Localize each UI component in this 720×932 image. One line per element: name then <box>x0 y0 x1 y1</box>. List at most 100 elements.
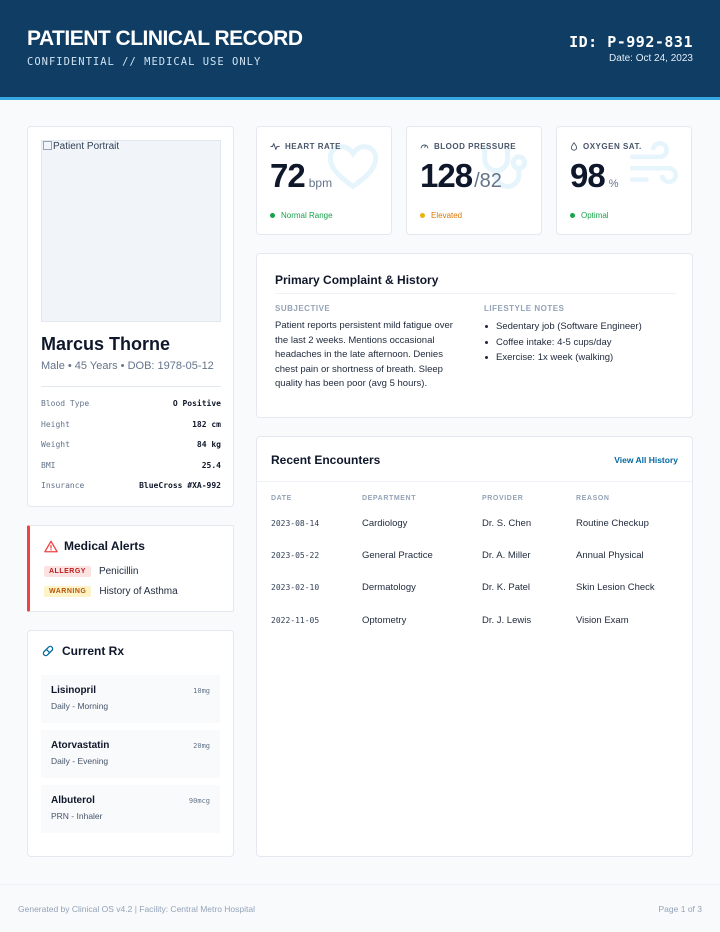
heart-rate-status: Normal Range <box>270 211 333 220</box>
blood-pressure-status: Elevated <box>420 211 462 220</box>
rx-item-atorvastatin: Atorvastatin Daily - Evening 20mg <box>41 730 220 778</box>
encounter-provider: Dr. S. Chen <box>482 517 532 529</box>
patient-name: Marcus Thorne <box>41 334 171 354</box>
patient-details-list: Blood Type O Positive Height 182 cm Weig… <box>41 399 221 502</box>
table-row: 2023-02-10 Dermatology Dr. K. Patel Skin… <box>271 572 681 604</box>
heart-rate-value: 72 bpm <box>270 157 332 195</box>
rx-dose: 10mg <box>193 687 210 695</box>
encounter-department: General Practice <box>362 549 433 561</box>
detail-label: Height <box>41 419 70 429</box>
page-footer: Generated by Clinical OS v4.2 | Facility… <box>0 884 720 932</box>
stat-number: 72 <box>270 157 306 194</box>
lifestyle-item: Sedentary job (Software Engineer) <box>484 319 674 335</box>
rx-item-albuterol: Albuterol PRN - Inhaler 90mcg <box>41 785 220 833</box>
medical-alerts-card: Medical Alerts ALLERGY Penicillin WARNIN… <box>27 525 234 612</box>
heart-pulse-icon <box>270 143 280 150</box>
view-all-history-link[interactable]: View All History <box>614 455 678 465</box>
primary-complaint-card: Primary Complaint & History SUBJECTIVE P… <box>256 253 693 418</box>
detail-row-blood-type: Blood Type O Positive <box>41 399 221 420</box>
warning-triangle-icon <box>44 540 58 552</box>
column-header-provider: PROVIDER <box>482 494 524 502</box>
rx-frequency: Daily - Evening <box>51 756 109 766</box>
column-header-date: DATE <box>271 494 292 502</box>
detail-row-insurance: Insurance BlueCross #XA-992 <box>41 481 221 502</box>
subjective-text: Patient reports persistent mild fatigue … <box>275 320 453 389</box>
status-dot <box>570 213 575 218</box>
stat-label-text: BLOOD PRESSURE <box>434 142 517 151</box>
heart-rate-label: HEART RATE <box>270 142 341 151</box>
stat-label-text: HEART RATE <box>285 142 341 151</box>
alert-text: History of Asthma <box>99 586 178 597</box>
stat-secondary: 82 <box>479 170 502 192</box>
stat-label-text: OXYGEN SAT. <box>583 142 642 151</box>
detail-value: 25.4 <box>201 460 221 470</box>
alert-item-warning: WARNING History of Asthma <box>44 586 178 597</box>
stat-number: 128 <box>420 157 473 194</box>
detail-row-height: Height 182 cm <box>41 420 221 441</box>
blood-pressure-card: BLOOD PRESSURE 128/82 Elevated <box>406 126 542 235</box>
detail-label: Weight <box>41 440 70 449</box>
stat-unit: % <box>608 178 619 190</box>
divider <box>275 293 676 294</box>
rx-name: Albuterol <box>51 795 95 806</box>
lifestyle-heading: LIFESTYLE NOTES <box>484 304 565 313</box>
oxygen-sat-status: Optimal <box>570 211 609 220</box>
table-header-row: DATE DEPARTMENT PROVIDER REASON <box>271 489 681 507</box>
table-row: 2022-11-05 Optometry Dr. J. Lewis Vision… <box>271 604 681 636</box>
record-date: Date: Oct 24, 2023 <box>609 53 693 64</box>
complaint-title: Primary Complaint & History <box>275 273 439 287</box>
oxygen-sat-value: 98% <box>570 157 619 195</box>
rx-title: Current Rx <box>62 644 125 658</box>
blood-pressure-value: 128/82 <box>420 157 502 195</box>
divider <box>41 386 221 387</box>
status-text: Elevated <box>431 211 463 220</box>
encounter-provider: Dr. K. Patel <box>482 582 531 594</box>
current-rx-card: Current Rx Lisinopril Daily - Morning 10… <box>27 630 234 857</box>
alerts-title: Medical Alerts <box>64 539 145 553</box>
patient-portrait: Patient Portrait <box>41 140 221 322</box>
encounters-table: DATE DEPARTMENT PROVIDER REASON 2023-08-… <box>271 489 681 636</box>
encounter-department: Cardiology <box>362 517 408 529</box>
rx-item-lisinopril: Lisinopril Daily - Morning 10mg <box>41 675 220 723</box>
rx-name: Lisinopril <box>51 685 96 696</box>
alerts-heading: Medical Alerts <box>44 539 145 553</box>
encounters-header: Recent Encounters View All History <box>257 437 692 482</box>
rx-dose: 20mg <box>193 742 210 750</box>
rx-frequency: PRN - Inhaler <box>51 811 103 821</box>
column-header-reason: REASON <box>576 494 610 502</box>
patient-id: ID: P-992-831 <box>569 33 693 51</box>
heart-rate-card: HEART RATE 72 bpm Normal Range <box>256 126 392 235</box>
detail-label: Insurance <box>41 481 85 490</box>
detail-value: BlueCross #XA-992 <box>139 481 221 490</box>
encounter-date: 2023-05-22 <box>271 550 320 560</box>
status-text: Optimal <box>581 211 609 220</box>
rx-dose: 90mcg <box>188 797 210 805</box>
footer-page-number: Page 1 of 3 <box>658 904 702 914</box>
broken-image-icon <box>43 141 52 150</box>
allergy-badge: ALLERGY <box>44 566 91 577</box>
detail-value: 84 kg <box>196 440 221 449</box>
encounter-reason: Vision Exam <box>576 614 629 626</box>
encounters-title: Recent Encounters <box>271 453 381 467</box>
encounter-department: Optometry <box>362 614 407 626</box>
encounter-reason: Annual Physical <box>576 549 644 561</box>
footer-generated-by: Generated by Clinical OS v4.2 | Facility… <box>18 904 255 914</box>
rx-name: Atorvastatin <box>51 740 110 751</box>
status-dot <box>420 213 425 218</box>
encounter-provider: Dr. J. Lewis <box>482 614 532 626</box>
detail-label: BMI <box>41 460 56 470</box>
lifestyle-item: Coffee intake: 4-5 cups/day <box>484 335 674 351</box>
recent-encounters-card: Recent Encounters View All History DATE … <box>256 436 693 857</box>
droplet-icon <box>570 142 578 151</box>
page-title: PATIENT CLINICAL RECORD <box>27 27 303 50</box>
table-row: 2023-05-22 General Practice Dr. A. Mille… <box>271 539 681 571</box>
gauge-icon <box>420 144 429 149</box>
rx-heading: Current Rx <box>41 644 124 658</box>
portrait-alt-text: Patient Portrait <box>53 141 120 152</box>
encounter-provider: Dr. A. Miller <box>482 549 531 561</box>
lifestyle-item: Exercise: 1x week (walking) <box>484 350 674 366</box>
column-header-department: DEPARTMENT <box>362 494 417 502</box>
alert-text: Penicillin <box>98 566 139 577</box>
patient-card: Patient Portrait Marcus Thorne Male • 45… <box>27 126 234 507</box>
encounter-reason: Skin Lesion Check <box>576 582 655 594</box>
